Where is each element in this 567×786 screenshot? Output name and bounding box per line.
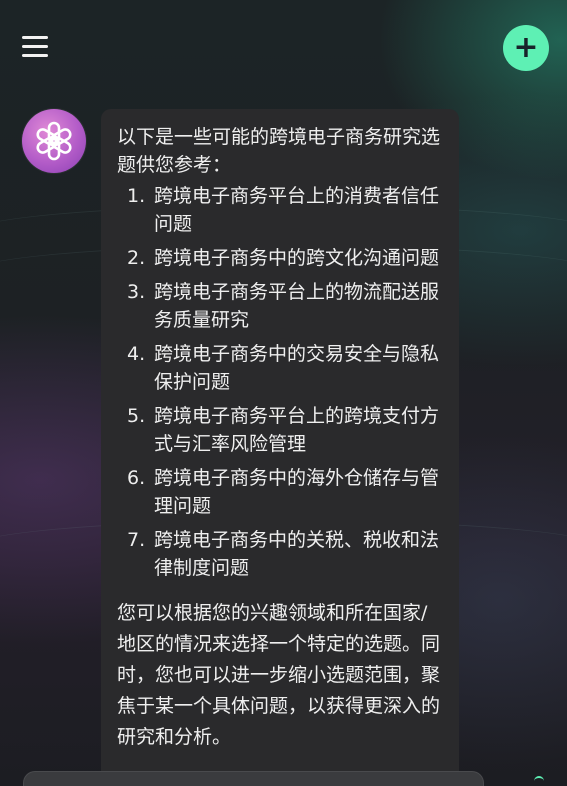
- list-item: 2. 跨境电子商务中的跨文化沟通问题: [127, 247, 440, 269]
- plus-icon: +: [513, 30, 539, 65]
- chat-screen: + 以下是一些可能的跨境电子商务研究选题供您参考： 1. 跨境电子商务平台上的消费…: [0, 0, 567, 786]
- new-chat-button[interactable]: +: [503, 25, 549, 71]
- message-outro: 您可以根据您的兴趣领域和所在国家/地区的情况来选择一个特定的选题。同时，您也可以…: [117, 602, 441, 748]
- openai-logo-icon: [36, 121, 72, 161]
- list-item: 5. 跨境电子商务平台上的跨境支付方式与汇率风险管理: [127, 405, 440, 455]
- assistant-avatar: [22, 109, 86, 173]
- list-item: 3. 跨境电子商务平台上的物流配送服务质量研究: [127, 281, 440, 331]
- message-intro: 以下是一些可能的跨境电子商务研究选题供您参考：: [117, 126, 441, 176]
- topic-list: 1. 跨境电子商务平台上的消费者信任问题 2. 跨境电子商务中的跨文化沟通问题 3.…: [117, 182, 445, 582]
- list-item: 7. 跨境电子商务中的关税、税收和法律制度问题: [127, 529, 440, 579]
- hamburger-menu-icon[interactable]: [22, 34, 48, 60]
- list-item: 6. 跨境电子商务中的海外仓储存与管理问题: [127, 467, 440, 517]
- composer-accent: [534, 776, 544, 782]
- assistant-message-bubble: 以下是一些可能的跨境电子商务研究选题供您参考： 1. 跨境电子商务平台上的消费者信…: [101, 109, 459, 786]
- list-item: 1. 跨境电子商务平台上的消费者信任问题: [127, 185, 440, 235]
- message-input[interactable]: [23, 771, 484, 786]
- list-item: 4. 跨境电子商务中的交易安全与隐私保护问题: [127, 343, 440, 393]
